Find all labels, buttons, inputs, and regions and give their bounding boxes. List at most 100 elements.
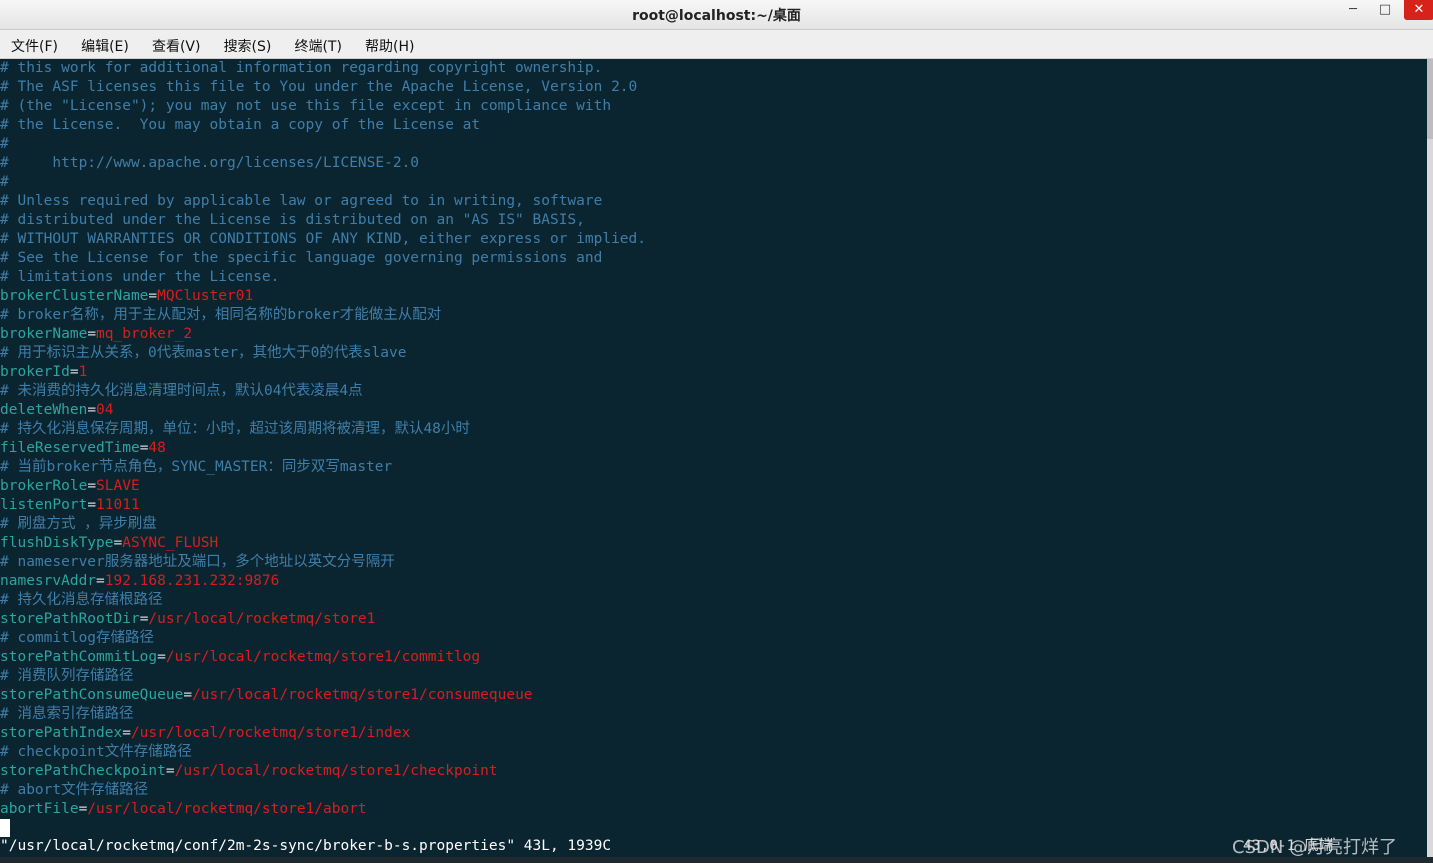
comment-line: # 持久化消息保存周期，单位：小时，超过该周期将被清理，默认48小时 — [0, 421, 470, 437]
config-value: ASYNC_FLUSH — [122, 535, 219, 551]
menu-file[interactable]: 文件(F) — [11, 36, 58, 56]
config-line: storePathCheckpoint=/usr/local/rocketmq/… — [0, 762, 1427, 781]
equals-sign: = — [157, 649, 166, 665]
menu-help[interactable]: 帮助(H) — [365, 36, 414, 56]
vim-status-line: "/usr/local/rocketmq/conf/2m-2s-sync/bro… — [0, 838, 612, 854]
comment-line: # See the License for the specific langu… — [0, 250, 603, 266]
menu-edit[interactable]: 编辑(E) — [81, 36, 129, 56]
config-value: 1 — [78, 364, 88, 380]
comment-line: # 持久化消息存储根路径 — [0, 592, 163, 608]
config-line: fileReservedTime=48 — [0, 439, 1427, 458]
comment-line: # abort文件存储路径 — [0, 782, 149, 798]
config-key: storePathRootDir — [0, 611, 140, 627]
config-line: storePathIndex=/usr/local/rocketmq/store… — [0, 724, 1427, 743]
comment-line: # — [0, 174, 9, 190]
close-button[interactable]: ✕ — [1404, 0, 1433, 20]
comment-line: # http://www.apache.org/licenses/LICENSE… — [0, 155, 420, 171]
comment-line: # limitations under the License. — [0, 269, 280, 285]
config-key: brokerId — [0, 364, 70, 380]
config-line: brokerId=1 — [0, 363, 1427, 382]
equals-sign: = — [87, 402, 97, 418]
cursor-line — [0, 819, 1427, 838]
equals-sign: = — [87, 497, 97, 513]
config-key: fileReservedTime — [0, 440, 140, 456]
equals-sign: = — [122, 725, 131, 741]
text-cursor — [0, 819, 10, 837]
equals-sign: = — [78, 801, 88, 817]
equals-sign: = — [148, 288, 158, 304]
config-key: listenPort — [0, 497, 88, 513]
comment-line: # Unless required by applicable law or a… — [0, 193, 603, 209]
config-line: deleteWhen=04 — [0, 401, 1427, 420]
config-line: listenPort=11011 — [0, 496, 1427, 515]
config-line: flushDiskType=ASYNC_FLUSH — [0, 534, 1427, 553]
comment-line: # WITHOUT WARRANTIES OR CONDITIONS OF AN… — [0, 231, 647, 247]
equals-sign: = — [87, 326, 97, 342]
config-value: /usr/local/rocketmq/store1 — [148, 611, 376, 627]
config-line: storePathCommitLog=/usr/local/rocketmq/s… — [0, 648, 1427, 667]
menu-terminal[interactable]: 终端(T) — [294, 36, 341, 56]
comment-line: # commitlog存储路径 — [0, 630, 155, 646]
comment-line: # checkpoint文件存储路径 — [0, 744, 192, 760]
config-value: /usr/local/rocketmq/store1/index — [130, 725, 411, 741]
taskbar — [0, 857, 1433, 863]
watermark: CSDN @月亮打烊了 — [1232, 837, 1398, 858]
comment-line: # 当前broker节点角色，SYNC_MASTER：同步双写master — [0, 459, 393, 475]
comment-line: # The ASF licenses this file to You unde… — [0, 79, 638, 95]
config-key: storePathIndex — [0, 725, 123, 741]
config-value: 11011 — [96, 497, 140, 513]
comment-line: # 消费队列存储路径 — [0, 668, 134, 684]
config-key: brokerRole — [0, 478, 88, 494]
config-value: 48 — [148, 440, 166, 456]
config-value: 04 — [96, 402, 114, 418]
menu-bar: 文件(F) 编辑(E) 查看(V) 搜索(S) 终端(T) 帮助(H) — [0, 30, 1433, 59]
terminal-output[interactable]: # this work for additional information r… — [0, 59, 1427, 857]
config-key: flushDiskType — [0, 535, 114, 551]
comment-line: # (the "License"); you may not use this … — [0, 98, 612, 114]
config-key: abortFile — [0, 801, 79, 817]
minimize-button[interactable]: ─ — [1338, 0, 1368, 20]
comment-line: # 刷盘方式 ，异步刷盘 — [0, 516, 157, 532]
menu-view[interactable]: 查看(V) — [152, 36, 201, 56]
config-line: namesrvAddr=192.168.231.232:9876 — [0, 572, 1427, 591]
config-value: /usr/local/rocketmq/store1/commitlog — [165, 649, 481, 665]
config-key: namesrvAddr — [0, 573, 97, 589]
scrollbar-thumb[interactable] — [1427, 59, 1433, 139]
equals-sign: = — [183, 687, 193, 703]
comment-line: # broker名称，用于主从配对，相同名称的broker才能做主从配对 — [0, 307, 442, 323]
config-line: brokerRole=SLAVE — [0, 477, 1427, 496]
maximize-button[interactable]: □ — [1370, 0, 1400, 20]
config-key: brokerName — [0, 326, 88, 342]
config-line: brokerClusterName=MQCluster01 — [0, 287, 1427, 306]
config-line: storePathConsumeQueue=/usr/local/rocketm… — [0, 686, 1427, 705]
config-line: storePathRootDir=/usr/local/rocketmq/sto… — [0, 610, 1427, 629]
config-value: /usr/local/rocketmq/store1/consumequeue — [192, 687, 533, 703]
comment-line: # — [0, 136, 9, 152]
equals-sign: = — [165, 763, 175, 779]
comment-line: # 消息索引存储路径 — [0, 706, 134, 722]
equals-sign: = — [113, 535, 123, 551]
equals-sign: = — [96, 573, 105, 589]
config-value: /usr/local/rocketmq/store1/checkpoint — [174, 763, 498, 779]
comment-line: # 用于标识主从关系，0代表master，其他大于0的代表slave — [0, 345, 407, 361]
title-bar: root@localhost:~/桌面 ─ □ ✕ — [0, 0, 1433, 30]
config-line: abortFile=/usr/local/rocketmq/store1/abo… — [0, 800, 1427, 819]
equals-sign: = — [87, 478, 97, 494]
config-value: MQCluster01 — [157, 288, 254, 304]
comment-line: # this work for additional information r… — [0, 60, 603, 76]
config-value: 192.168.231.232:9876 — [104, 573, 280, 589]
terminal-scrollbar[interactable] — [1427, 59, 1433, 857]
menu-search[interactable]: 搜索(S) — [224, 36, 272, 56]
comment-line: # 未消费的持久化消息清理时间点，默认04代表凌晨4点 — [0, 383, 363, 399]
config-line: brokerName=mq_broker_2 — [0, 325, 1427, 344]
comment-line: # distributed under the License is distr… — [0, 212, 585, 228]
config-key: storePathCheckpoint — [0, 763, 166, 779]
comment-line: # nameserver服务器地址及端口，多个地址以英文分号隔开 — [0, 554, 395, 570]
config-key: deleteWhen — [0, 402, 88, 418]
equals-sign: = — [69, 364, 79, 380]
config-value: SLAVE — [96, 478, 140, 494]
config-key: storePathConsumeQueue — [0, 687, 184, 703]
config-value: /usr/local/rocketmq/store1/abort — [87, 801, 367, 817]
window-title: root@localhost:~/桌面 — [632, 8, 801, 24]
config-key: storePathCommitLog — [0, 649, 158, 665]
